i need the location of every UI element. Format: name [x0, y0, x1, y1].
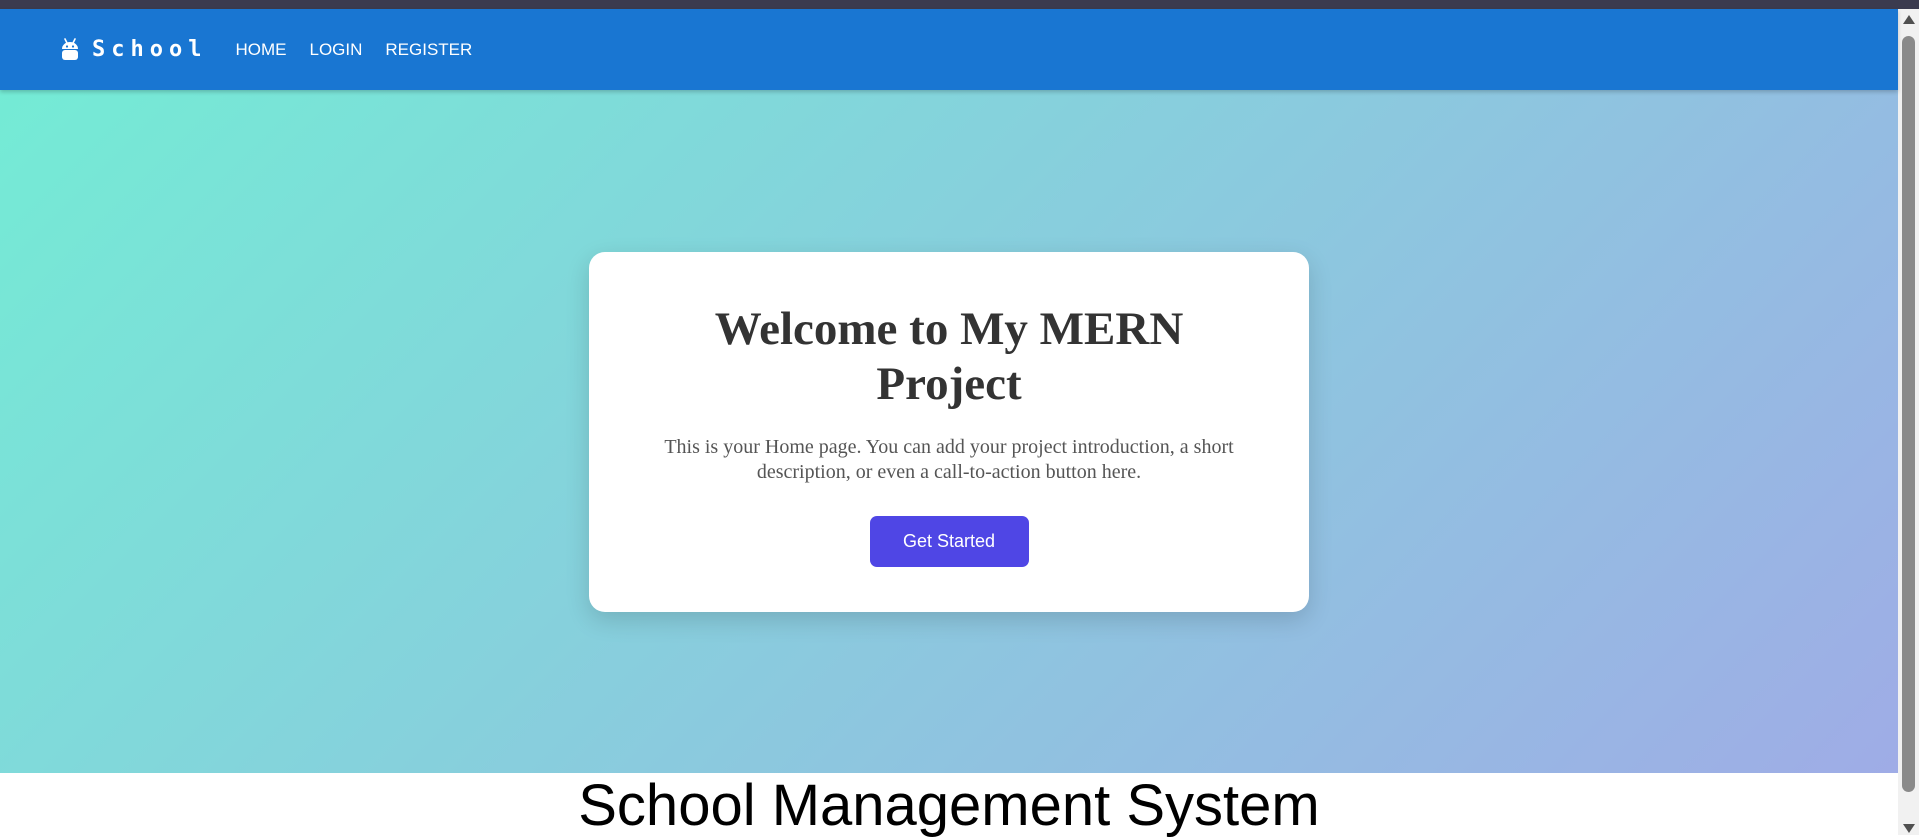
- nav-home-link[interactable]: HOME: [235, 40, 286, 60]
- scroll-up-icon[interactable]: [1903, 15, 1915, 24]
- welcome-description: This is your Home page. You can add your…: [664, 436, 1234, 483]
- scrollbar-thumb[interactable]: [1902, 36, 1915, 792]
- brand-name: School: [92, 37, 208, 62]
- hero-section: Welcome to My MERN Project This is your …: [0, 90, 1898, 773]
- page-scrollbar[interactable]: [1898, 9, 1919, 835]
- nav-login-link[interactable]: LOGIN: [309, 40, 362, 60]
- welcome-title: Welcome to My MERN Project: [714, 303, 1184, 410]
- nav-register-link[interactable]: REGISTER: [385, 40, 472, 60]
- brand[interactable]: School: [60, 36, 207, 64]
- get-started-button[interactable]: Get Started: [869, 516, 1029, 567]
- welcome-card: Welcome to My MERN Project This is your …: [589, 252, 1309, 612]
- scroll-down-icon[interactable]: [1903, 824, 1915, 833]
- system-title: School Management System: [578, 773, 1320, 838]
- main-nav: HOME LOGIN REGISTER: [235, 40, 495, 60]
- browser-top-strip: [0, 0, 1919, 9]
- android-icon: [60, 36, 80, 64]
- app-bar: School HOME LOGIN REGISTER: [0, 9, 1898, 90]
